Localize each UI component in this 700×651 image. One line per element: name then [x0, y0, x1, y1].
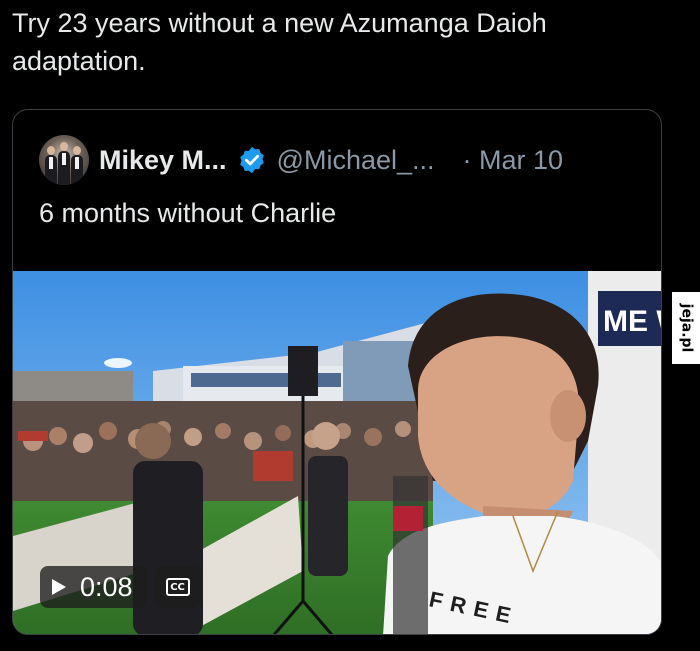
- verified-badge-icon: [239, 146, 264, 174]
- closed-captions-icon: CC: [165, 578, 190, 596]
- post-text: Try 23 years without a new Azumanga Daio…: [12, 8, 547, 76]
- jeja-watermark: jeja.pl: [672, 292, 700, 364]
- captions-button[interactable]: CC: [154, 566, 201, 608]
- date-text: Mar 10: [479, 144, 564, 175]
- post-date[interactable]: · Mar 10: [463, 145, 564, 176]
- video-player[interactable]: ME W FREE 0:08 CC: [13, 271, 662, 634]
- play-duration-button[interactable]: 0:08: [40, 566, 147, 608]
- quoted-tweet-card[interactable]: Mikey M... @Michael_... · Mar 10 6 month…: [12, 109, 662, 635]
- author-avatar[interactable]: [39, 135, 89, 185]
- video-controls: 0:08 CC: [40, 566, 201, 608]
- date-separator: ·: [462, 144, 472, 175]
- quoted-tweet-header: Mikey M... @Michael_... · Mar 10: [39, 134, 641, 186]
- video-duration: 0:08: [80, 571, 133, 602]
- play-icon: [52, 579, 66, 595]
- quoted-tweet-text: 6 months without Charlie: [39, 198, 337, 228]
- author-name[interactable]: Mikey M...: [99, 145, 227, 176]
- author-handle[interactable]: @Michael_...: [277, 145, 435, 176]
- background-sign-text: ME W: [603, 305, 662, 338]
- watermark-text: jeja.pl: [678, 303, 694, 353]
